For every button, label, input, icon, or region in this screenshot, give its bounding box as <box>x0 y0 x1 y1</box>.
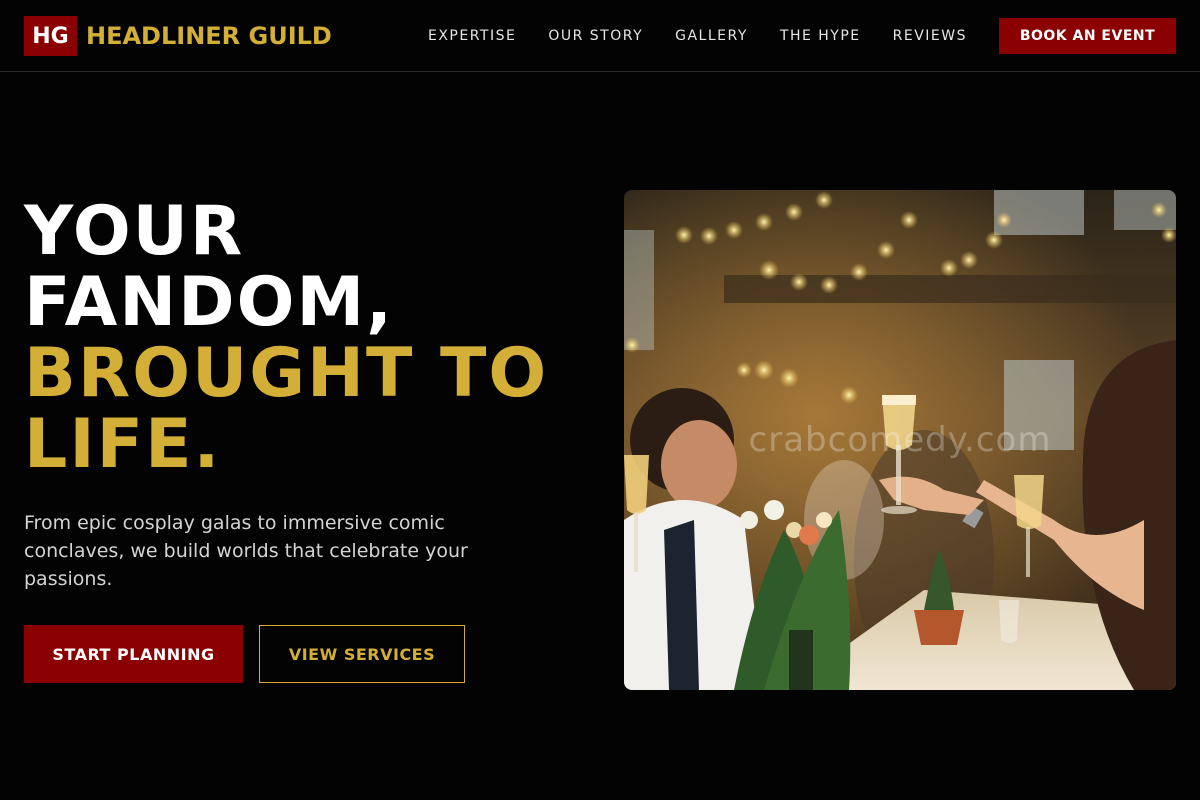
hero-event-photo: crabcomedy.com <box>624 190 1176 690</box>
image-watermark: crabcomedy.com <box>748 420 1052 460</box>
nav-link-expertise[interactable]: EXPERTISE <box>428 24 516 48</box>
hero-title: YOUR FANDOM, BROUGHT TO LIFE. <box>24 196 604 480</box>
hero-title-line-highlight: LIFE. <box>24 405 222 484</box>
hero-title-line-highlight: BROUGHT TO <box>24 334 549 413</box>
book-event-button[interactable]: BOOK AN EVENT <box>999 18 1176 54</box>
nav-link-our-story[interactable]: OUR STORY <box>548 24 643 48</box>
hero-subtitle: From epic cosplay galas to immersive com… <box>24 512 468 590</box>
logo-badge[interactable]: HG <box>24 16 77 56</box>
hero-title-line: YOUR <box>24 192 245 271</box>
top-navbar: HG HEADLINER GUILD EXPERTISE OUR STORY G… <box>0 0 1200 72</box>
main-nav: EXPERTISE OUR STORY GALLERY THE HYPE REV… <box>428 24 967 48</box>
nav-link-the-hype[interactable]: THE HYPE <box>780 24 861 48</box>
nav-link-gallery[interactable]: GALLERY <box>675 24 748 48</box>
start-planning-button[interactable]: START PLANNING <box>24 625 243 683</box>
hero-title-line: FANDOM, <box>24 263 394 342</box>
brand-name[interactable]: HEADLINER GUILD <box>86 20 332 52</box>
view-services-button[interactable]: VIEW SERVICES <box>259 625 465 683</box>
nav-link-reviews[interactable]: REVIEWS <box>893 24 967 48</box>
